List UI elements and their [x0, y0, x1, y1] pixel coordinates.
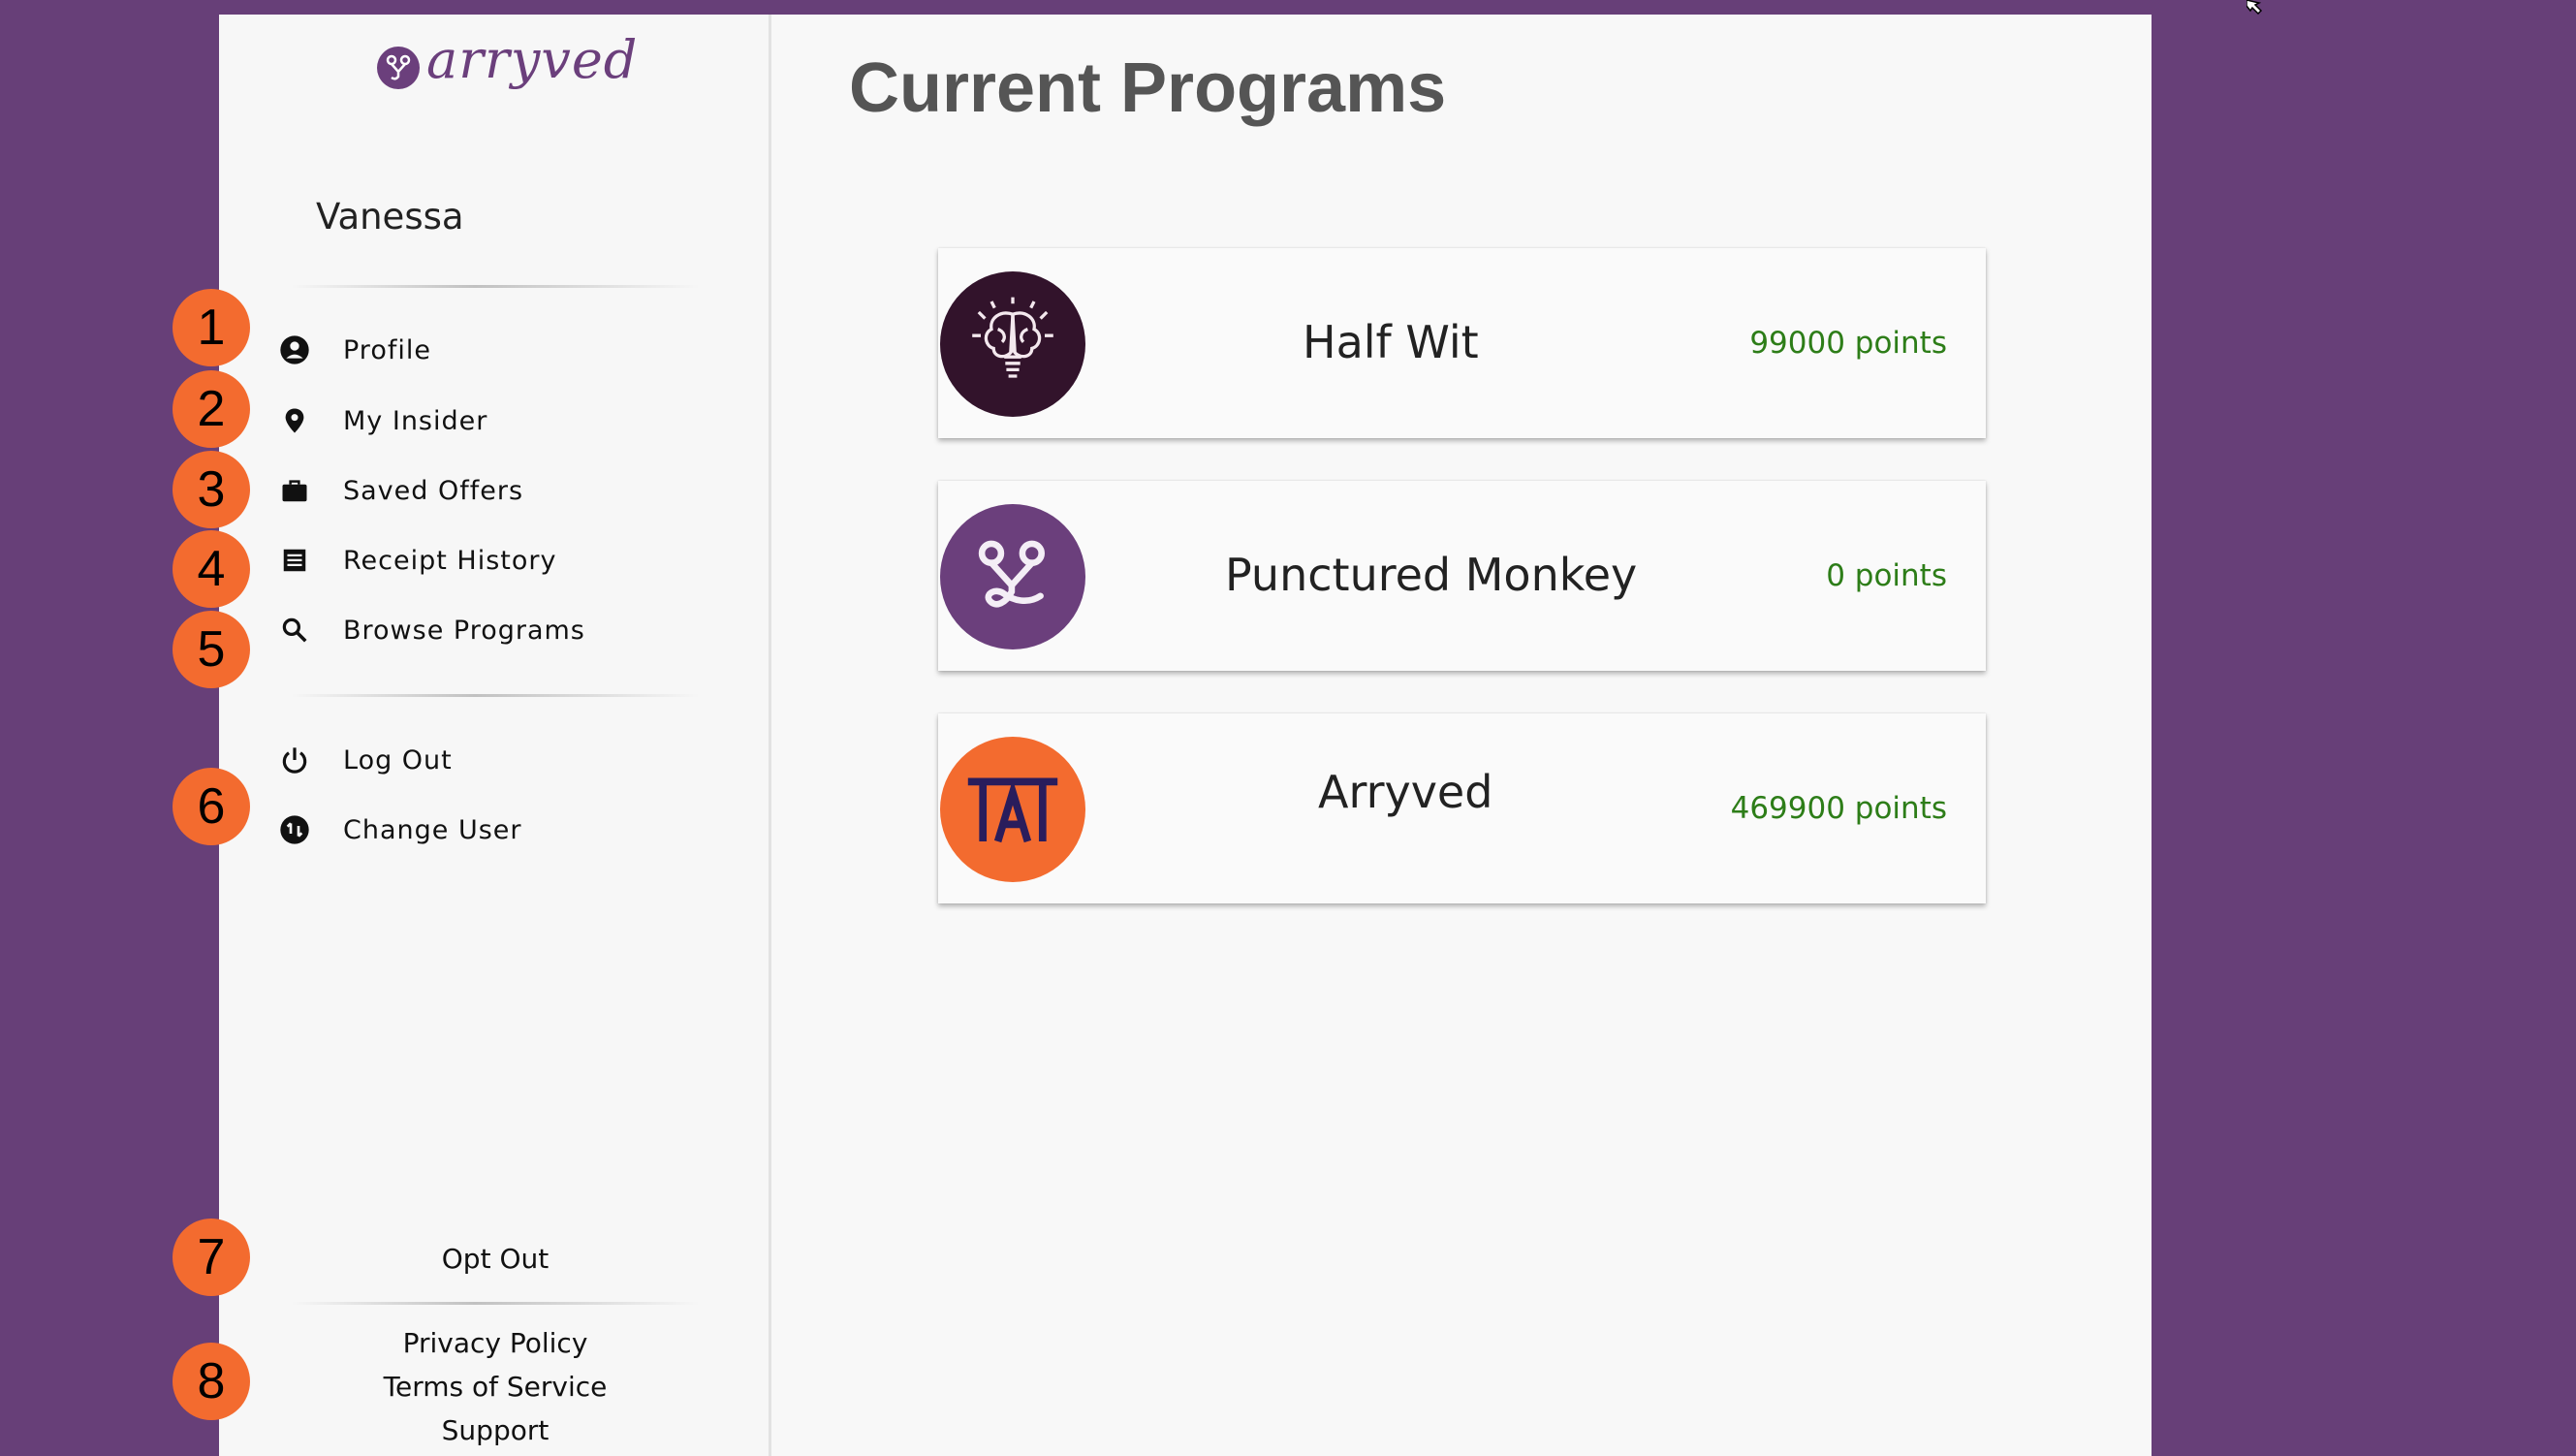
- annotation-badge-6: 6: [173, 768, 250, 845]
- annotation-badge-2: 2: [173, 370, 250, 448]
- search-icon: [277, 613, 312, 648]
- program-points: 469900 points: [1730, 791, 1947, 826]
- program-card-arryved[interactable]: Arryved 469900 points: [938, 713, 1986, 903]
- log-out-label: Log Out: [343, 744, 453, 775]
- power-icon: [277, 743, 312, 777]
- sidebar-item-label: My Insider: [343, 405, 488, 436]
- brand-logo-text: arryved: [426, 29, 639, 90]
- annotation-badge-5: 5: [173, 611, 250, 688]
- tat-logo-icon: [940, 737, 1085, 882]
- sidebar-item-browse-programs[interactable]: Browse Programs: [277, 604, 585, 656]
- page-title: Current Programs: [849, 49, 1447, 127]
- divider: [291, 285, 700, 288]
- program-name: Half Wit: [1303, 316, 1479, 368]
- switch-user-icon: [277, 812, 312, 847]
- change-user-button[interactable]: Change User: [277, 804, 522, 856]
- sidebar-item-label: Browse Programs: [343, 615, 585, 646]
- program-name: Arryved: [1318, 766, 1493, 818]
- arryved-logo-icon: [940, 504, 1085, 649]
- sidebar-item-profile[interactable]: Profile: [277, 324, 431, 376]
- annotation-badge-3: 3: [173, 451, 250, 528]
- program-name: Punctured Monkey: [1225, 549, 1638, 601]
- program-card-half-wit[interactable]: Half Wit 99000 points: [938, 248, 1986, 438]
- mouse-cursor-icon: [2246, 0, 2266, 19]
- program-points: 0 points: [1826, 558, 1947, 593]
- annotation-badge-4: 4: [173, 530, 250, 608]
- annotation-badge-8: 8: [173, 1343, 250, 1420]
- sidebar-item-saved-offers[interactable]: Saved Offers: [277, 464, 523, 517]
- briefcase-icon: [277, 473, 312, 508]
- sidebar-item-label: Profile: [343, 334, 431, 365]
- sidebar-item-label: Receipt History: [343, 545, 557, 576]
- location-pin-icon: [277, 403, 312, 438]
- receipt-icon: [277, 543, 312, 578]
- opt-out-link[interactable]: Opt Out: [219, 1243, 771, 1275]
- brain-lightbulb-icon: [940, 271, 1085, 417]
- program-points: 99000 points: [1749, 326, 1947, 361]
- sidebar-item-my-insider[interactable]: My Insider: [277, 395, 487, 447]
- annotation-badge-7: 7: [173, 1219, 250, 1296]
- arryved-logo-icon: [377, 47, 420, 89]
- change-user-label: Change User: [343, 814, 522, 845]
- sidebar-item-label: Saved Offers: [343, 475, 524, 506]
- annotation-badge-1: 1: [173, 289, 250, 366]
- log-out-button[interactable]: Log Out: [277, 734, 453, 786]
- sidebar-item-receipt-history[interactable]: Receipt History: [277, 534, 556, 586]
- support-link[interactable]: Support: [219, 1414, 771, 1446]
- user-name: Vanessa: [316, 196, 464, 237]
- divider: [291, 1302, 700, 1305]
- program-card-punctured-monkey[interactable]: Punctured Monkey 0 points: [938, 481, 1986, 671]
- terms-of-service-link[interactable]: Terms of Service: [219, 1371, 771, 1403]
- account-circle-icon: [277, 332, 312, 367]
- divider: [291, 694, 700, 697]
- privacy-policy-link[interactable]: Privacy Policy: [219, 1327, 771, 1359]
